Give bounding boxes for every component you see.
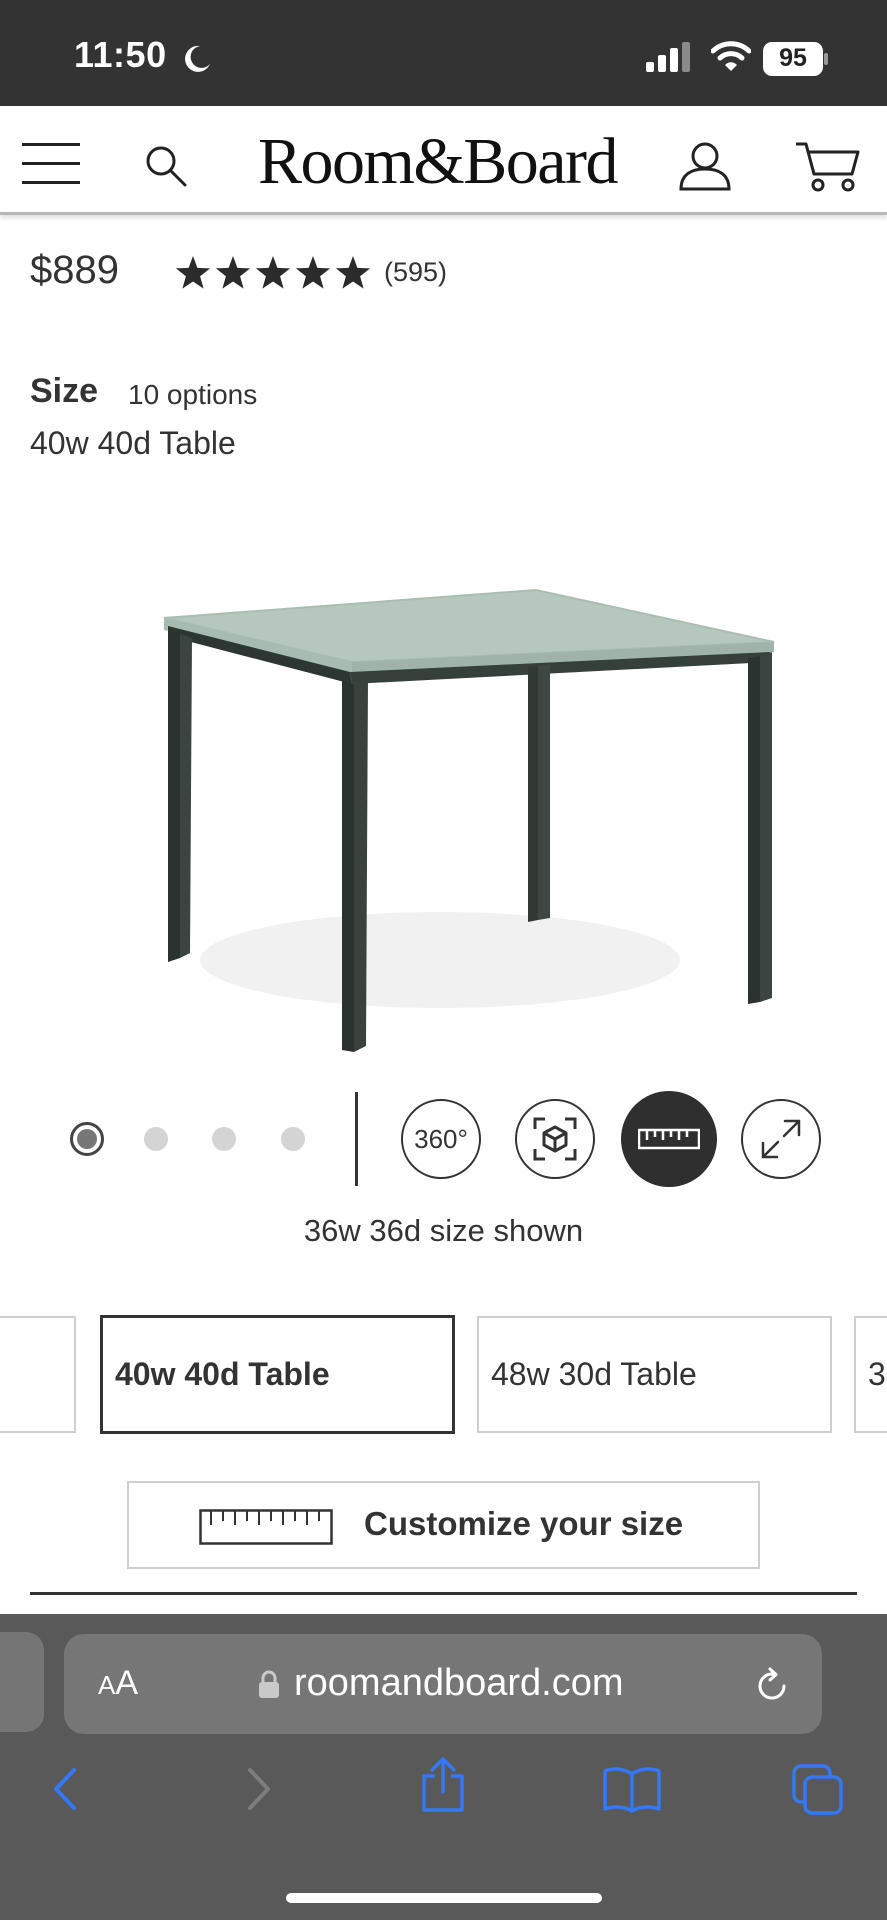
ruler-icon [638, 1128, 700, 1150]
battery-indicator: 95 [763, 42, 829, 81]
size-option-card-selected[interactable]: 40w 40d Table [100, 1315, 455, 1434]
image-caption: 36w 36d size shown [303, 1213, 584, 1248]
star-icon [295, 256, 331, 289]
status-time: 11:50 [74, 34, 167, 75]
moon-icon [185, 45, 210, 72]
ruler-icon [199, 1509, 333, 1545]
star-icon [175, 256, 211, 289]
battery-level: 95 [779, 44, 807, 72]
star-icon [255, 256, 291, 289]
share-icon[interactable] [418, 1756, 468, 1814]
customize-size-button[interactable]: Customize your size [127, 1481, 760, 1569]
bookmarks-icon[interactable] [602, 1764, 662, 1814]
size-option-label: 48w 30d Table [491, 1356, 697, 1392]
browser-toolbar: AA roomandboard.com [0, 1614, 887, 1920]
size-label: Size [30, 372, 99, 410]
wifi-icon [711, 41, 751, 71]
star-icon [335, 256, 371, 289]
aa-label: A [115, 1664, 139, 1702]
spin-360-label: 360° [414, 1123, 468, 1154]
size-option-card[interactable] [0, 1316, 76, 1433]
spin-360-button[interactable]: 360° [401, 1099, 481, 1179]
ar-cube-icon [533, 1117, 577, 1161]
expand-icon [761, 1119, 801, 1159]
section-divider [30, 1592, 857, 1595]
review-count[interactable]: (595) [384, 257, 447, 288]
url-text[interactable]: roomandboard.com [294, 1662, 624, 1705]
size-option-card[interactable]: 3 [854, 1316, 887, 1433]
dimensions-button[interactable] [621, 1091, 717, 1187]
product-image[interactable] [140, 560, 780, 1060]
gallery-dot-active[interactable] [70, 1122, 104, 1156]
home-indicator [286, 1893, 602, 1903]
menu-icon[interactable] [22, 142, 80, 186]
reload-icon[interactable] [752, 1666, 792, 1706]
search-icon[interactable] [144, 144, 188, 188]
size-options-count: 10 options [128, 379, 258, 410]
reader-settings-button[interactable]: AA [98, 1664, 138, 1703]
gallery-divider [355, 1092, 358, 1186]
rating-stars[interactable] [175, 254, 371, 294]
size-option-label: 40w 40d Table [115, 1356, 330, 1392]
star-icon [215, 256, 251, 289]
aa-small-label: A [98, 1670, 116, 1700]
account-icon[interactable] [678, 140, 732, 192]
ar-view-button[interactable] [515, 1099, 595, 1179]
gallery-dot[interactable] [212, 1127, 236, 1151]
lock-icon [259, 1670, 279, 1698]
product-price: $889 [30, 248, 119, 292]
selected-size: 40w 40d Table [30, 425, 236, 461]
customize-size-label: Customize your size [364, 1505, 684, 1542]
size-option-card[interactable]: 48w 30d Table [477, 1316, 832, 1433]
address-bar[interactable]: AA roomandboard.com [64, 1634, 822, 1734]
site-header: Room&Board [0, 106, 887, 215]
forward-icon[interactable] [240, 1764, 276, 1814]
back-icon[interactable] [48, 1764, 84, 1814]
fullscreen-button[interactable] [741, 1099, 821, 1179]
gallery-dot[interactable] [144, 1127, 168, 1151]
cart-icon[interactable] [794, 140, 860, 194]
status-bar: 11:50 95 [0, 0, 887, 106]
tabs-icon[interactable] [792, 1764, 844, 1816]
size-option-label: 3 [868, 1356, 886, 1392]
brand-logo[interactable]: Room&Board [258, 124, 619, 200]
gallery-dot[interactable] [281, 1127, 305, 1151]
previous-tab-peek[interactable] [0, 1632, 44, 1732]
signal-icon [646, 42, 690, 72]
